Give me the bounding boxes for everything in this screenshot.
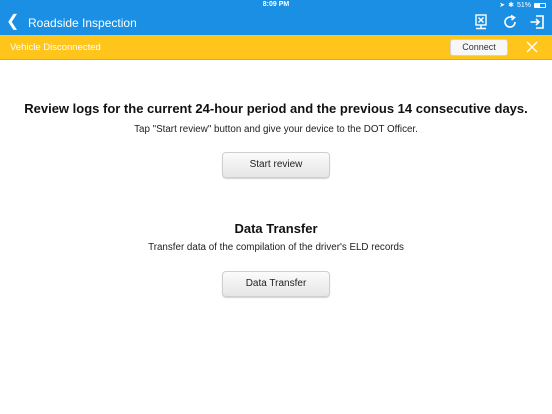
status-time: 8:09 PM [262, 1, 290, 8]
page-title: Roadside Inspection [28, 16, 137, 30]
data-transfer-button[interactable]: Data Transfer [222, 271, 330, 297]
review-instruction: Tap "Start review" button and give your … [134, 124, 418, 135]
refresh-icon[interactable] [502, 14, 518, 30]
battery-percent: 51% [516, 1, 531, 9]
close-icon[interactable] [525, 40, 539, 54]
status-indicators: ➤ ✱ 51% [499, 1, 546, 9]
start-review-button[interactable]: Start review [222, 152, 330, 178]
location-icon: ➤ [499, 2, 506, 9]
logout-icon[interactable] [529, 14, 545, 30]
status-bar: 8:09 PM ➤ ✱ 51% [0, 0, 552, 10]
bluetooth-icon: ✱ [508, 2, 514, 9]
nav-bar: ❮ Roadside Inspection [0, 10, 552, 35]
transfer-report-icon[interactable] [473, 14, 489, 30]
battery-icon [534, 2, 546, 8]
data-transfer-heading: Data Transfer [234, 221, 318, 236]
review-heading: Review logs for the current 24-hour peri… [24, 101, 528, 116]
connect-button[interactable]: Connect [450, 39, 508, 56]
banner-text: Vehicle Disconnected [10, 42, 101, 53]
back-chevron-icon[interactable]: ❮ [6, 13, 19, 31]
data-transfer-description: Transfer data of the compilation of the … [148, 242, 404, 253]
vehicle-status-banner: Vehicle Disconnected Connect [0, 35, 552, 60]
